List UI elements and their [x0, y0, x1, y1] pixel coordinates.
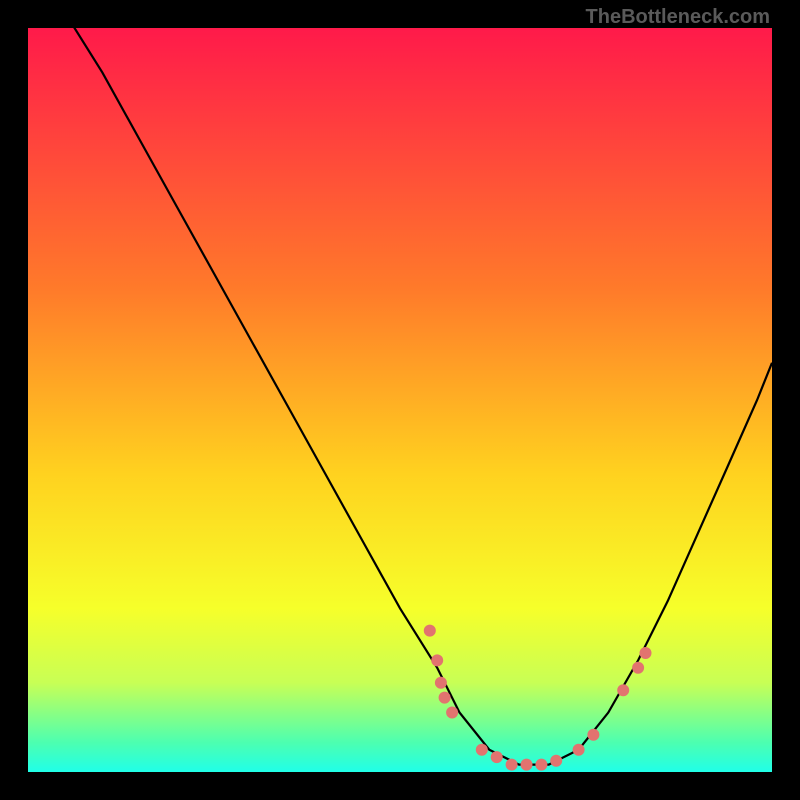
data-point — [632, 662, 644, 674]
data-point — [431, 654, 443, 666]
data-point — [640, 647, 652, 659]
data-point — [476, 744, 488, 756]
data-point — [446, 707, 458, 719]
data-point — [573, 744, 585, 756]
curve-layer — [28, 28, 772, 772]
data-point — [435, 677, 447, 689]
data-point — [491, 751, 503, 763]
data-point — [535, 759, 547, 771]
data-point — [550, 755, 562, 767]
data-point — [424, 625, 436, 637]
plot-area — [28, 28, 772, 772]
data-point — [506, 759, 518, 771]
data-point — [617, 684, 629, 696]
data-point — [587, 729, 599, 741]
data-point — [521, 759, 533, 771]
watermark-label: TheBottleneck.com — [586, 6, 770, 29]
data-point — [439, 692, 451, 704]
bottleneck-curve — [28, 28, 772, 765]
chart-container: TheBottleneck.com — [0, 0, 800, 800]
